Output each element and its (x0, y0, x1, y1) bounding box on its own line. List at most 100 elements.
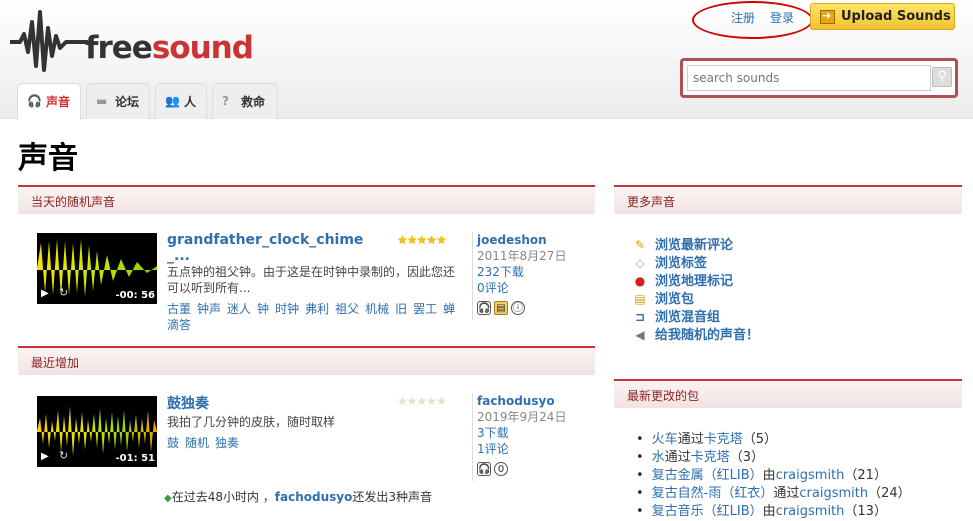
loop-icon[interactable]: ↻ (59, 449, 68, 462)
tag-link[interactable]: 机械 (365, 302, 389, 316)
star-icon[interactable]: ★ (407, 233, 418, 247)
comment-count[interactable]: 0评论 (477, 281, 509, 295)
more-item-packs[interactable]: ▤ 浏览包 (631, 288, 759, 307)
package-icon[interactable]: ▤ (494, 301, 508, 315)
note-user-link[interactable]: fachodusyo (275, 490, 353, 504)
pack-conj: 由 (762, 504, 776, 519)
headphones-icon: 🎧 (477, 462, 491, 476)
waveform-player[interactable]: ▶ ↻ -01: 51 (37, 396, 157, 467)
pack-user-link[interactable]: 卡克塔 (691, 450, 730, 465)
play-icon[interactable]: ▶ (41, 288, 49, 299)
login-link[interactable]: 登录 (770, 9, 794, 26)
search-input[interactable] (687, 65, 931, 91)
freesound-logo[interactable]: freesound (10, 8, 255, 74)
tag-link[interactable]: 蝉 (443, 302, 455, 316)
tab-forum[interactable]: ▬ 论坛 (86, 83, 150, 119)
pack-link[interactable]: 火车 (652, 432, 678, 447)
pack-user-link[interactable]: craigsmith (776, 504, 845, 519)
box-header: 最近增加 (18, 348, 595, 375)
tag-link[interactable]: 滴答 (167, 318, 191, 332)
sound-name-line1: grandfather_clock_chime (167, 232, 364, 248)
sound-tags: 鼓随机 独奏 (167, 435, 467, 451)
upload-date: 2019年9月24日 (477, 410, 567, 424)
pack-count: （3） (729, 450, 764, 465)
waveform-player[interactable]: ▶ ↻ -00: 56 (37, 233, 157, 304)
uploader-link[interactable]: joedeshon (477, 233, 547, 247)
pack-link[interactable]: 复古自然-雨（红衣） (652, 486, 774, 501)
tag-link[interactable]: 独奏 (215, 436, 239, 450)
star-icon[interactable]: ★ (426, 233, 437, 247)
pack-count: （21） (844, 468, 887, 483)
tag-icon: ◇ (635, 256, 645, 270)
star-icon[interactable]: ★ (436, 394, 447, 408)
pack-conj: 通过 (773, 486, 800, 501)
tag-link[interactable]: 古董 (167, 302, 191, 316)
tag-link[interactable]: 钟声 (197, 302, 221, 316)
download-count[interactable]: 232下载 (477, 265, 524, 279)
tag-link[interactable]: 鼓 (167, 436, 179, 450)
license-attribution-icon[interactable]: ⓘ (511, 301, 525, 315)
tag-link[interactable]: 钟 (257, 302, 269, 316)
pack-link[interactable]: 复古音乐（红LIB） (652, 504, 763, 519)
uploader-link[interactable]: fachodusyo (477, 394, 555, 408)
site-header: freesound 注册 登录 Upload Sounds ⚲ 🎧声音 ▬论坛 … (0, 0, 973, 120)
time-remaining: -01: 51 (115, 453, 155, 464)
pack-user-link[interactable]: craigsmith (799, 486, 868, 501)
tab-people[interactable]: 👥 人 (155, 83, 207, 119)
more-item-remix[interactable]: ⊐ 浏览混音组 (631, 306, 759, 325)
register-link[interactable]: 注册 (731, 9, 755, 26)
more-item-random[interactable]: ◀ 给我随机的声音！ (631, 324, 759, 343)
sound-name-line2: _... (167, 248, 190, 264)
star-icon[interactable]: ★ (417, 394, 428, 408)
sound-icons: 🎧 ▤ ⓘ (477, 299, 592, 315)
list-item: 复古自然-雨（红衣）通过craigsmith（24） (636, 482, 911, 501)
more-item-comments[interactable]: ✎ 浏览最新评论 (631, 234, 759, 253)
more-item-label: 浏览最新评论 (655, 238, 734, 253)
more-sounds-list: ✎ 浏览最新评论 ◇ 浏览标签 ● 浏览地理标记 ▤ 浏览包 ⊐ 浏览混音组 ◀ 给我随机的… (631, 234, 759, 343)
rating-stars[interactable]: ★★★★★ (397, 394, 447, 408)
star-icon[interactable]: ★ (407, 394, 418, 408)
star-icon[interactable]: ★ (397, 394, 408, 408)
help-icon: ? (222, 94, 229, 108)
waveform-logo-icon (10, 10, 88, 72)
more-item-label: 浏览地理标记 (655, 274, 734, 289)
star-icon[interactable]: ★ (426, 394, 437, 408)
star-icon[interactable]: ★ (417, 233, 428, 247)
package-icon: ▤ (634, 292, 646, 306)
license-zero-icon[interactable]: 0 (494, 462, 508, 476)
rating-stars[interactable]: ★★★★★ (397, 233, 447, 247)
star-icon[interactable]: ★ (436, 233, 447, 247)
upload-sounds-button[interactable]: Upload Sounds (810, 3, 955, 30)
tab-sounds[interactable]: 🎧 声音 (17, 83, 81, 120)
tag-link[interactable]: 旧 (395, 302, 407, 316)
tag-link[interactable]: 随机 (185, 436, 209, 450)
more-item-tags[interactable]: ◇ 浏览标签 (631, 252, 759, 271)
pack-user-link[interactable]: craigsmith (776, 468, 845, 483)
tab-help[interactable]: ? 救命 (212, 83, 278, 119)
pack-count: （5） (742, 432, 777, 447)
search-icon[interactable]: ⚲ (932, 67, 952, 87)
comment-count[interactable]: 1评论 (477, 442, 509, 456)
sound-description: 五点钟的祖父钟。由于这是在时钟中录制的，因此您还 可以听到所有... (167, 264, 462, 296)
list-item: 水通过卡克塔（3） (636, 446, 911, 465)
download-count[interactable]: 3下载 (477, 426, 509, 440)
tag-link[interactable]: 祖父 (335, 302, 359, 316)
sound-name-link[interactable]: grandfather_clock_chime _... (167, 232, 363, 264)
tab-label: 人 (184, 95, 197, 109)
pack-link[interactable]: 水 (652, 450, 665, 465)
more-item-geotags[interactable]: ● 浏览地理标记 (631, 270, 759, 289)
pack-conj: 通过 (677, 432, 704, 447)
pack-user-link[interactable]: 卡克塔 (704, 432, 743, 447)
loop-icon[interactable]: ↻ (59, 286, 68, 299)
star-icon[interactable]: ★ (397, 233, 408, 247)
tag-link[interactable]: 弗利 (305, 302, 329, 316)
sound-name-link[interactable]: 鼓独奏 (167, 393, 209, 413)
pack-link[interactable]: 复古金属（红LIB） (652, 468, 763, 483)
tag-link[interactable]: 迷人 (227, 302, 251, 316)
upload-date: 2011年8月27日 (477, 249, 567, 263)
time-remaining: -00: 56 (115, 290, 155, 301)
map-pin-icon: ● (634, 274, 646, 288)
play-icon[interactable]: ▶ (41, 451, 49, 462)
tag-link[interactable]: 时钟 (275, 302, 299, 316)
tag-link[interactable]: 罢工 (413, 302, 437, 316)
